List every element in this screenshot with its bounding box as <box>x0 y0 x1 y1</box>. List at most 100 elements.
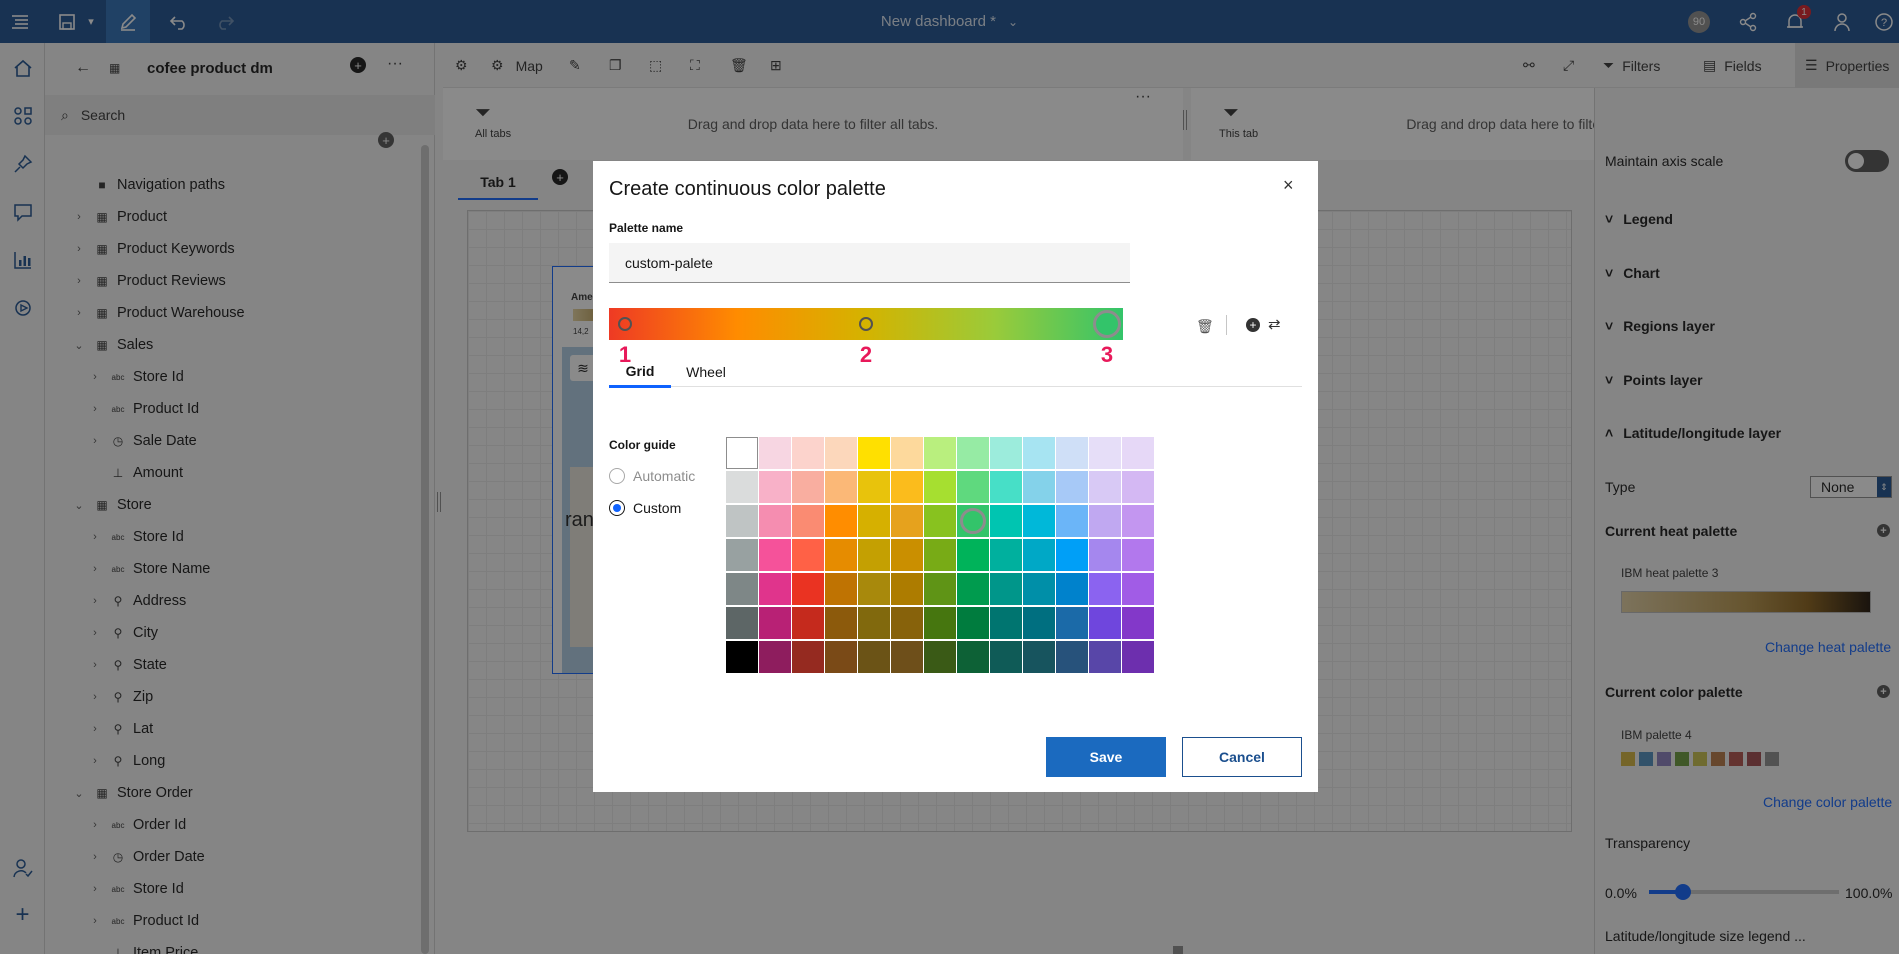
color-swatch[interactable] <box>825 641 857 673</box>
radio-automatic[interactable] <box>609 468 625 484</box>
color-swatch[interactable] <box>726 641 758 673</box>
color-swatch[interactable] <box>1056 505 1088 537</box>
color-swatch[interactable] <box>1122 471 1154 503</box>
color-swatch[interactable] <box>1089 471 1121 503</box>
color-swatch[interactable] <box>924 539 956 571</box>
color-swatch[interactable] <box>759 607 791 639</box>
color-swatch[interactable] <box>924 641 956 673</box>
color-swatch[interactable] <box>825 607 857 639</box>
gradient-stop-handle[interactable] <box>1093 310 1121 338</box>
color-swatch[interactable] <box>990 573 1022 605</box>
color-swatch[interactable] <box>825 539 857 571</box>
color-swatch[interactable] <box>1089 505 1121 537</box>
color-swatch[interactable] <box>1023 437 1055 469</box>
delete-stop-icon[interactable]: 🗑 <box>1196 318 1214 335</box>
color-swatch[interactable] <box>924 437 956 469</box>
color-swatch[interactable] <box>990 641 1022 673</box>
color-swatch[interactable] <box>924 607 956 639</box>
color-swatch[interactable] <box>957 505 989 537</box>
color-swatch[interactable] <box>726 437 758 469</box>
tab-grid[interactable]: Grid <box>609 356 671 388</box>
color-swatch[interactable] <box>1122 505 1154 537</box>
color-swatch[interactable] <box>759 573 791 605</box>
color-swatch[interactable] <box>957 437 989 469</box>
option-custom[interactable]: Custom <box>609 500 681 516</box>
add-stop-icon[interactable]: + <box>1246 318 1260 332</box>
color-swatch[interactable] <box>825 471 857 503</box>
color-swatch[interactable] <box>990 539 1022 571</box>
color-swatch[interactable] <box>990 505 1022 537</box>
color-swatch[interactable] <box>1089 607 1121 639</box>
color-swatch[interactable] <box>726 539 758 571</box>
color-swatch[interactable] <box>759 641 791 673</box>
color-swatch[interactable] <box>957 471 989 503</box>
color-swatch[interactable] <box>825 573 857 605</box>
color-swatch[interactable] <box>1122 641 1154 673</box>
color-swatch[interactable] <box>990 437 1022 469</box>
color-swatch[interactable] <box>1056 471 1088 503</box>
color-swatch[interactable] <box>792 573 824 605</box>
color-swatch[interactable] <box>1056 573 1088 605</box>
color-swatch[interactable] <box>924 573 956 605</box>
color-swatch[interactable] <box>792 607 824 639</box>
color-swatch[interactable] <box>759 505 791 537</box>
color-swatch[interactable] <box>891 539 923 571</box>
color-swatch[interactable] <box>990 471 1022 503</box>
color-swatch[interactable] <box>1122 539 1154 571</box>
color-swatch[interactable] <box>1122 437 1154 469</box>
color-swatch[interactable] <box>825 437 857 469</box>
color-swatch[interactable] <box>858 471 890 503</box>
color-swatch[interactable] <box>792 471 824 503</box>
color-swatch[interactable] <box>891 471 923 503</box>
cancel-button[interactable]: Cancel <box>1182 737 1302 777</box>
color-swatch[interactable] <box>858 607 890 639</box>
color-swatch[interactable] <box>1056 539 1088 571</box>
color-swatch[interactable] <box>957 607 989 639</box>
color-swatch[interactable] <box>1056 437 1088 469</box>
color-swatch[interactable] <box>759 539 791 571</box>
color-swatch[interactable] <box>990 607 1022 639</box>
color-swatch[interactable] <box>858 437 890 469</box>
close-icon[interactable]: × <box>1283 175 1294 196</box>
color-swatch[interactable] <box>858 573 890 605</box>
color-swatch[interactable] <box>1089 573 1121 605</box>
reverse-icon[interactable]: ⇄ <box>1268 315 1281 333</box>
color-swatch[interactable] <box>891 437 923 469</box>
option-automatic[interactable]: Automatic <box>609 468 695 484</box>
color-swatch[interactable] <box>792 539 824 571</box>
gradient-stop-handle[interactable] <box>618 317 632 331</box>
color-swatch[interactable] <box>1056 607 1088 639</box>
radio-custom[interactable] <box>609 500 625 516</box>
save-button[interactable]: Save <box>1046 737 1166 777</box>
color-swatch[interactable] <box>891 607 923 639</box>
color-swatch[interactable] <box>726 505 758 537</box>
color-swatch[interactable] <box>891 505 923 537</box>
color-swatch[interactable] <box>1089 437 1121 469</box>
color-swatch[interactable] <box>1122 607 1154 639</box>
color-swatch[interactable] <box>1023 471 1055 503</box>
color-swatch[interactable] <box>891 573 923 605</box>
color-swatch[interactable] <box>726 573 758 605</box>
color-swatch[interactable] <box>1023 539 1055 571</box>
color-swatch[interactable] <box>1023 641 1055 673</box>
color-swatch[interactable] <box>726 471 758 503</box>
color-swatch[interactable] <box>792 505 824 537</box>
color-swatch[interactable] <box>924 505 956 537</box>
color-swatch[interactable] <box>858 505 890 537</box>
color-swatch[interactable] <box>957 539 989 571</box>
color-swatch[interactable] <box>759 471 791 503</box>
color-swatch[interactable] <box>792 641 824 673</box>
color-swatch[interactable] <box>1056 641 1088 673</box>
gradient-stop-handle[interactable] <box>859 317 873 331</box>
color-swatch[interactable] <box>858 641 890 673</box>
color-swatch[interactable] <box>957 573 989 605</box>
color-swatch[interactable] <box>891 641 923 673</box>
color-swatch[interactable] <box>858 539 890 571</box>
color-swatch[interactable] <box>759 437 791 469</box>
color-swatch[interactable] <box>1023 607 1055 639</box>
color-swatch[interactable] <box>825 505 857 537</box>
color-swatch[interactable] <box>726 607 758 639</box>
palette-name-input[interactable]: custom-palete <box>609 243 1130 283</box>
color-swatch[interactable] <box>1089 641 1121 673</box>
color-swatch[interactable] <box>1089 539 1121 571</box>
